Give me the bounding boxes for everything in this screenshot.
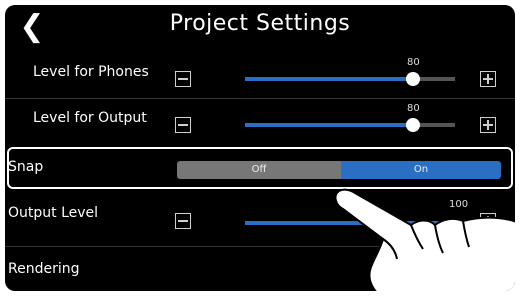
slider-value: 80 [407, 103, 420, 114]
output-level-label: Output Level [8, 205, 99, 221]
slider-fill [245, 123, 413, 127]
device-screen: ❮ Project Settings Level for Phones 80 L… [5, 5, 515, 291]
slider-fill [245, 77, 413, 81]
hand-shape [334, 188, 515, 291]
minus-icon[interactable] [175, 213, 191, 229]
plus-icon[interactable] [480, 117, 496, 133]
phones-slider[interactable]: 80 [245, 57, 455, 86]
minus-icon[interactable] [175, 117, 191, 133]
rendering-label: Rendering [8, 261, 80, 277]
plus-icon[interactable] [480, 71, 496, 87]
minus-icon[interactable] [175, 71, 191, 87]
tap-hand-illustration [334, 188, 515, 291]
slider-value: 80 [407, 57, 420, 68]
level-for-output-label: Level for Output [33, 110, 147, 126]
slider-knob[interactable] [406, 118, 420, 132]
output-slider[interactable]: 80 [245, 103, 455, 132]
snap-highlight [7, 147, 513, 189]
header: ❮ Project Settings [5, 5, 515, 49]
level-for-output-row: Level for Output 80 [5, 98, 515, 143]
level-for-phones-row: Level for Phones 80 [5, 53, 515, 98]
slider-knob[interactable] [406, 72, 420, 86]
level-for-phones-label: Level for Phones [33, 64, 149, 80]
page-title: Project Settings [169, 11, 351, 36]
